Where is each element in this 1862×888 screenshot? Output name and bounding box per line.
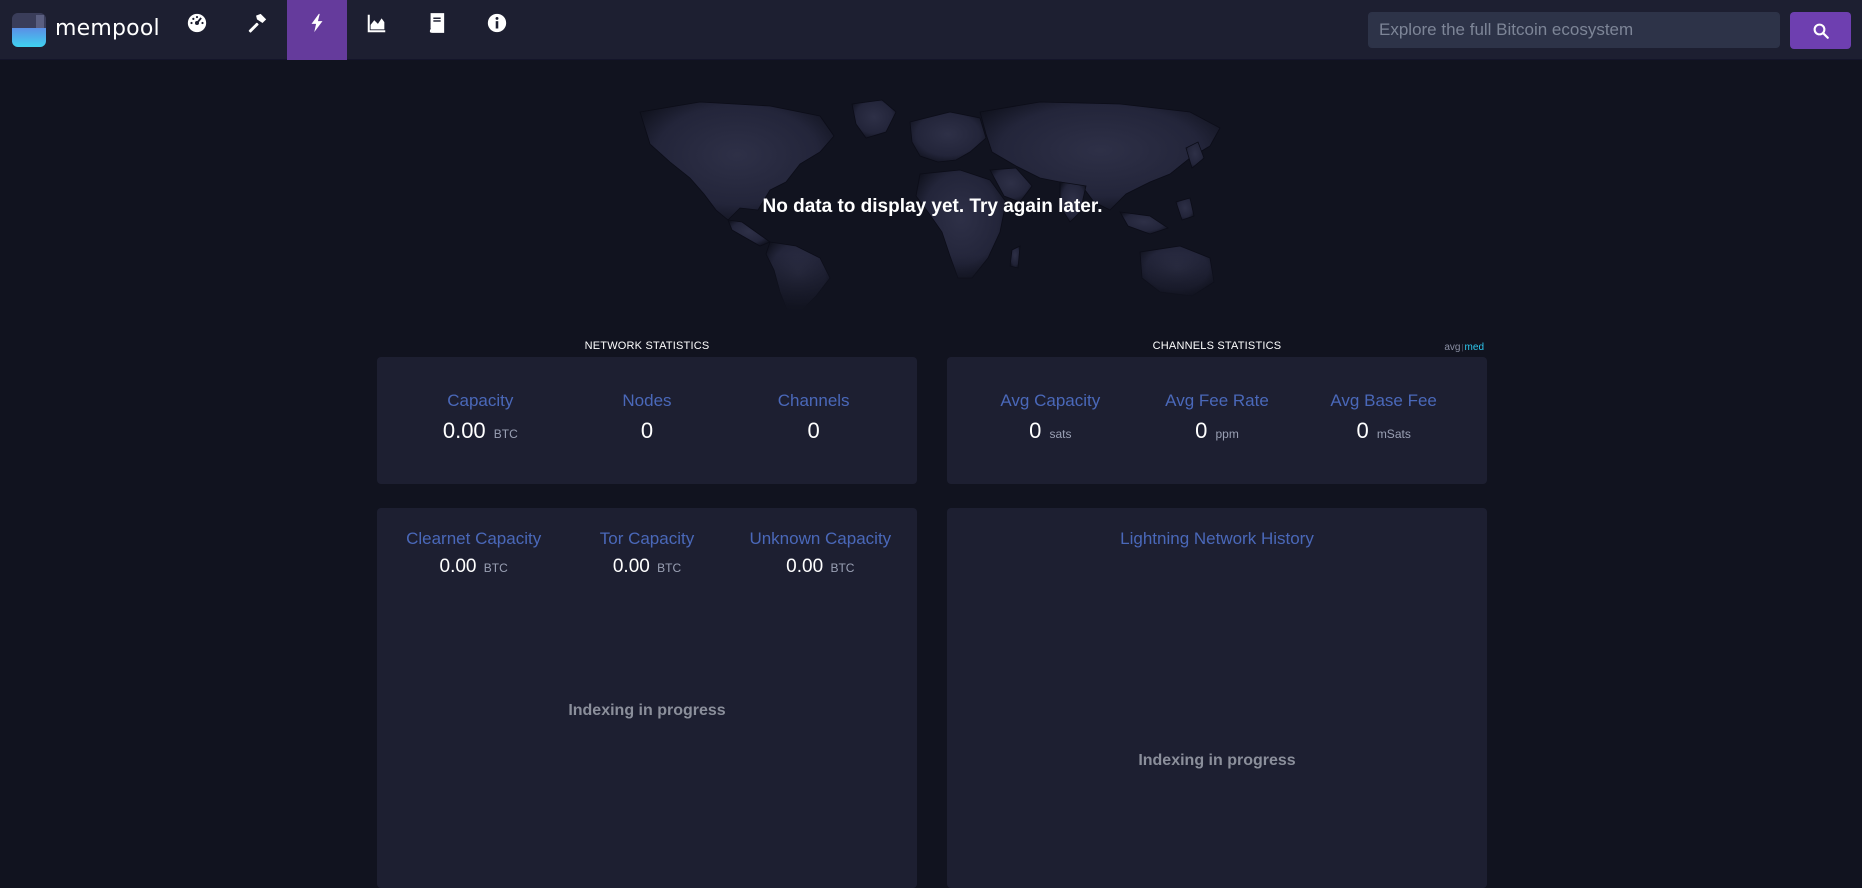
stat-number: 0 xyxy=(1029,418,1042,443)
brand-link[interactable]: mempool xyxy=(12,12,160,48)
stat-unit: BTC xyxy=(483,561,508,575)
avg-med-toggle: avg|med xyxy=(1410,342,1484,353)
stat-unit: mSats xyxy=(1376,427,1411,441)
nav-mining[interactable] xyxy=(227,0,287,60)
stat-label: Nodes xyxy=(622,391,672,410)
stat-label: Unknown Capacity xyxy=(749,529,892,548)
network-statistics-title: NETWORK STATISTICS xyxy=(584,340,710,352)
book-icon xyxy=(429,13,445,33)
stat-unknown-capacity: Unknown Capacity 0.00 BTC xyxy=(740,529,900,578)
capacity-indexing-status: Indexing in progress xyxy=(568,702,726,719)
stat-label: Channels xyxy=(777,391,850,410)
stat-number: 0.00 xyxy=(439,556,477,577)
channels-statistics-card: Avg Capacity 0 sats Avg Fee Rate 0 ppm A… xyxy=(947,357,1487,484)
stat-capacity: Capacity 0.00 BTC xyxy=(400,391,560,444)
stat-label: Avg Capacity xyxy=(1000,391,1101,410)
stat-number: 0 xyxy=(640,418,654,443)
stat-avg-fee-rate: Avg Fee Rate 0 ppm xyxy=(1137,391,1297,444)
stat-value: 0.00 BTC xyxy=(394,556,554,578)
stat-nodes: Nodes 0 xyxy=(567,391,727,444)
toggle-separator: | xyxy=(1461,343,1464,352)
network-statistics-card: Capacity 0.00 BTC Nodes 0 Channels 0 xyxy=(377,357,917,484)
stat-value: 0 ppm xyxy=(1137,418,1297,444)
search-form xyxy=(1368,12,1780,48)
stat-avg-capacity: Avg Capacity 0 sats xyxy=(970,391,1130,444)
nav-graphs[interactable] xyxy=(347,0,407,60)
nav-about[interactable] xyxy=(467,0,527,60)
nav-dashboard[interactable] xyxy=(167,0,227,60)
lightning-network-history-card: Lightning Network History Indexing in pr… xyxy=(947,508,1487,888)
capacity-breakdown-card: Clearnet Capacity 0.00 BTC Tor Capacity … xyxy=(377,508,917,888)
stat-channels: Channels 0 xyxy=(734,391,894,444)
search-icon xyxy=(1813,23,1829,39)
channels-statistics-title: CHANNELS STATISTICS xyxy=(1152,340,1282,352)
stat-unit: ppm xyxy=(1215,427,1239,441)
top-navbar: mempool xyxy=(0,0,1862,60)
stat-number: 0 xyxy=(807,418,820,443)
nav-lightning[interactable] xyxy=(287,0,347,60)
stat-value: 0 xyxy=(734,418,894,444)
stat-label: Tor Capacity xyxy=(599,529,695,548)
stat-unit: BTC xyxy=(493,427,518,441)
toggle-avg[interactable]: avg xyxy=(1444,342,1460,353)
stat-value: 0 xyxy=(567,418,727,444)
main-nav xyxy=(167,0,527,60)
brand-name: mempool xyxy=(55,15,160,41)
stat-unit: sats xyxy=(1049,427,1072,441)
stat-label: Clearnet Capacity xyxy=(406,529,542,548)
stat-value: 0.00 BTC xyxy=(567,556,727,578)
stat-number: 0.00 xyxy=(612,556,650,577)
map-empty-message: No data to display yet. Try again later. xyxy=(762,196,1103,217)
nav-docs[interactable] xyxy=(407,0,467,60)
hammer-icon xyxy=(248,13,267,33)
stat-number: 0.00 xyxy=(442,418,486,443)
search-button[interactable] xyxy=(1790,12,1851,49)
capacity-stats-row: Clearnet Capacity 0.00 BTC Tor Capacity … xyxy=(377,529,917,578)
network-stats-row: Capacity 0.00 BTC Nodes 0 Channels 0 xyxy=(377,391,917,444)
stat-label: Avg Fee Rate xyxy=(1165,391,1269,410)
stat-label: Capacity xyxy=(447,391,514,410)
stat-tor-capacity: Tor Capacity 0.00 BTC xyxy=(567,529,727,578)
stat-unit: BTC xyxy=(830,561,855,575)
stat-label: Avg Base Fee xyxy=(1330,391,1437,410)
history-indexing-status: Indexing in progress xyxy=(1138,752,1296,769)
history-title: Lightning Network History xyxy=(1120,529,1314,548)
toggle-med[interactable]: med xyxy=(1465,342,1484,353)
search-input[interactable] xyxy=(1368,12,1780,48)
stat-value: 0 mSats xyxy=(1304,418,1464,444)
chart-area-icon xyxy=(367,14,386,33)
stat-value: 0 sats xyxy=(970,418,1130,444)
lightning-icon xyxy=(311,13,323,33)
stat-value: 0.00 BTC xyxy=(400,418,560,444)
stat-number: 0 xyxy=(1356,418,1369,443)
info-icon xyxy=(487,13,507,33)
stat-clearnet-capacity: Clearnet Capacity 0.00 BTC xyxy=(394,529,554,578)
channel-stats-row: Avg Capacity 0 sats Avg Fee Rate 0 ppm A… xyxy=(947,391,1487,444)
stat-value: 0.00 BTC xyxy=(740,556,900,578)
mempool-logo-icon xyxy=(12,13,46,47)
stat-number: 0.00 xyxy=(786,556,824,577)
stat-number: 0 xyxy=(1195,418,1208,443)
stat-unit: BTC xyxy=(657,561,682,575)
stat-avg-base-fee: Avg Base Fee 0 mSats xyxy=(1304,391,1464,444)
dashboard-icon xyxy=(187,13,207,33)
